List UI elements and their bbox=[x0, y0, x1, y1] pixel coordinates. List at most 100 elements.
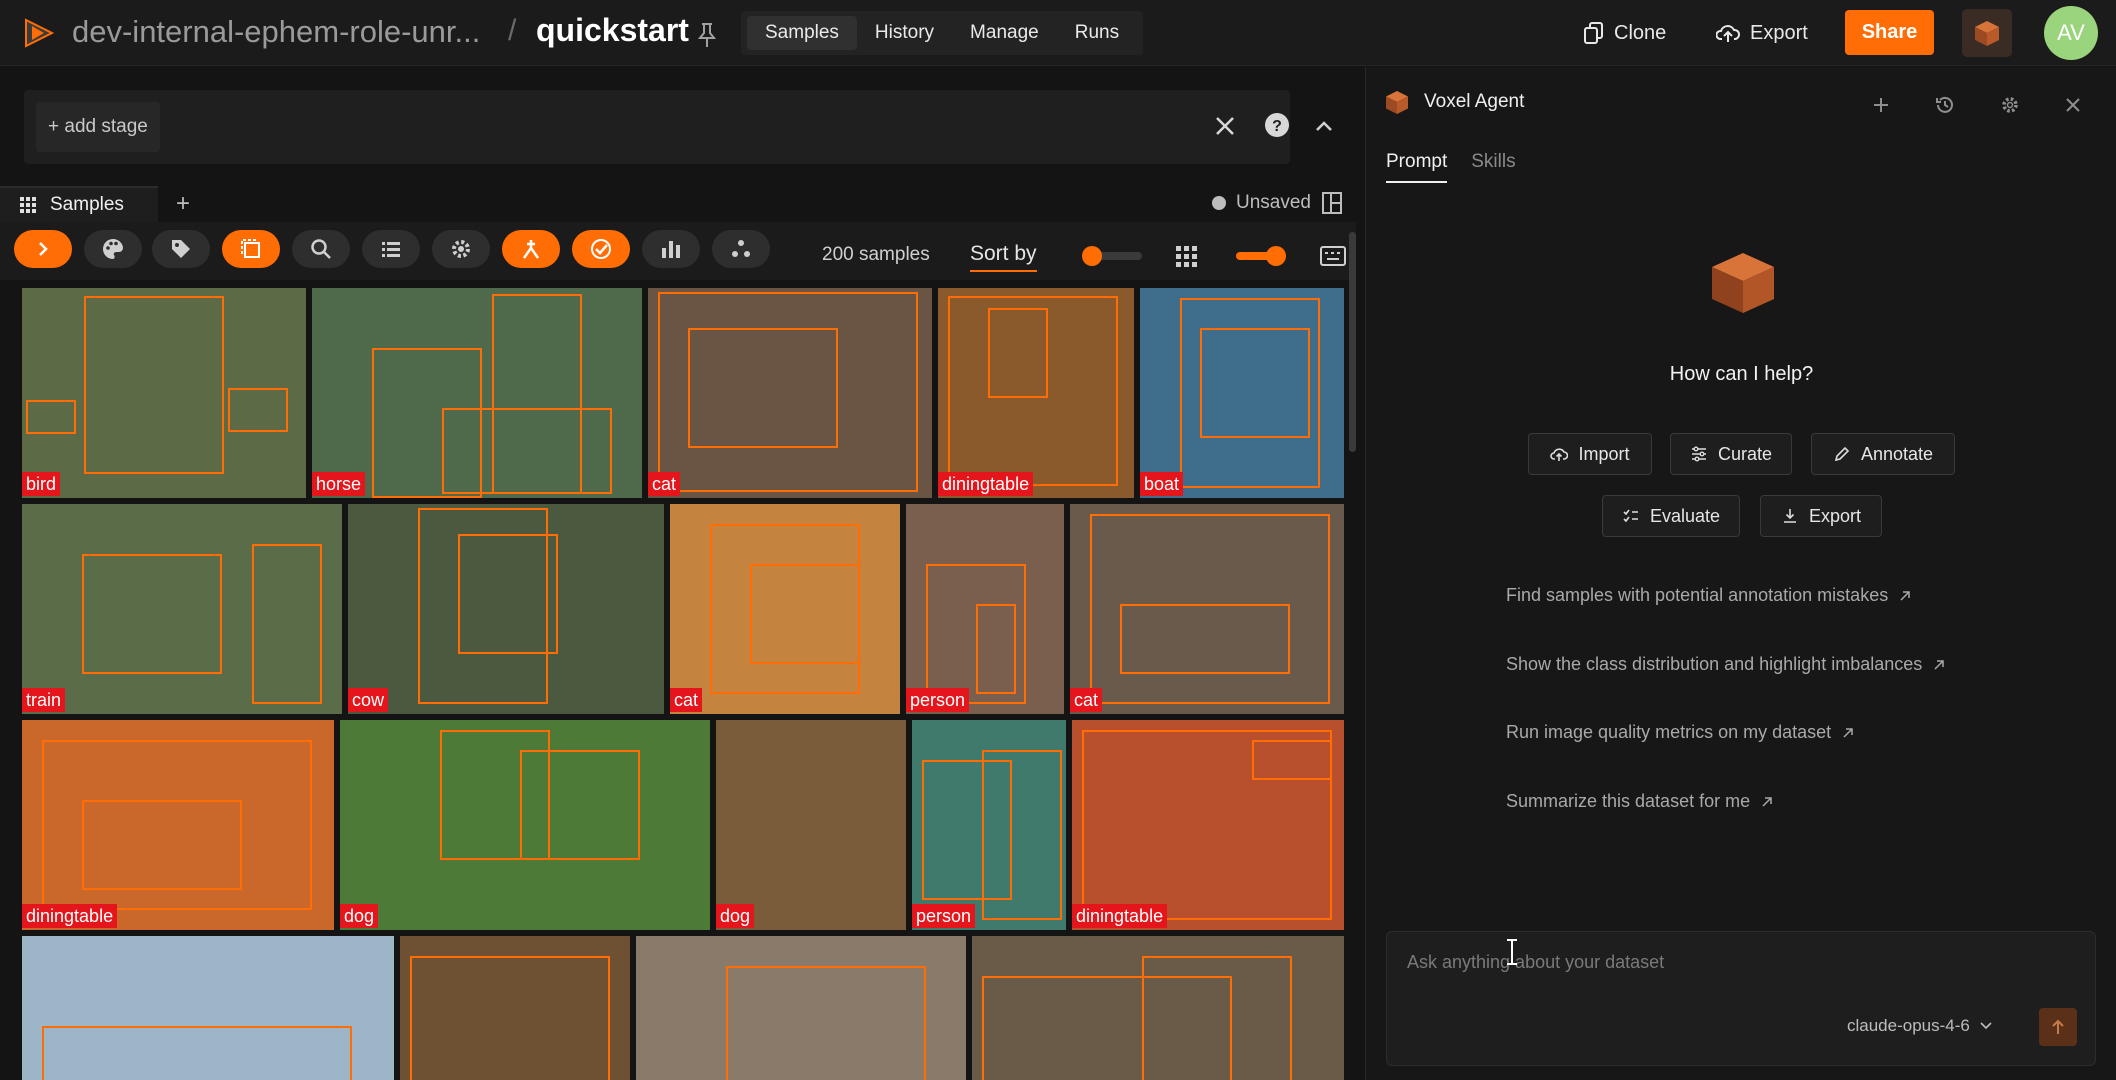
export-button[interactable]: Export bbox=[1716, 16, 1808, 50]
class-label: cow bbox=[348, 688, 389, 712]
suggestion-text: Summarize this dataset for me bbox=[1506, 791, 1751, 811]
curate-button[interactable]: Curate bbox=[1670, 433, 1792, 475]
voxel-agent-toggle[interactable] bbox=[1962, 9, 2012, 57]
histogram-button[interactable] bbox=[642, 230, 700, 268]
sample-tile[interactable]: person bbox=[906, 504, 1064, 714]
detection-box bbox=[82, 554, 222, 674]
sample-tile[interactable]: bird bbox=[22, 288, 306, 498]
color-palette-button[interactable] bbox=[84, 230, 142, 268]
sample-tile[interactable]: train bbox=[22, 504, 342, 714]
app-logo-icon[interactable] bbox=[22, 16, 56, 50]
share-button[interactable]: Share bbox=[1845, 10, 1934, 55]
keyboard-icon[interactable] bbox=[1320, 246, 1346, 266]
tab-skills[interactable]: Skills bbox=[1471, 151, 1515, 183]
save-status[interactable]: Unsaved bbox=[1212, 192, 1311, 214]
tab-samples[interactable]: Samples bbox=[747, 16, 857, 50]
sample-tile[interactable] bbox=[400, 936, 630, 1080]
detection-box bbox=[458, 534, 558, 654]
import-button[interactable]: Import bbox=[1528, 433, 1652, 475]
sample-tile[interactable]: diningtable bbox=[1072, 720, 1344, 930]
send-button[interactable] bbox=[2039, 1008, 2077, 1046]
class-label: bird bbox=[22, 472, 61, 496]
layout-icon[interactable] bbox=[1322, 192, 1342, 214]
detection-box bbox=[82, 800, 242, 890]
tag-button[interactable] bbox=[152, 230, 210, 268]
clone-button[interactable]: Clone bbox=[1584, 16, 1666, 50]
chevron-up-icon[interactable] bbox=[1312, 112, 1336, 140]
new-chat-icon[interactable] bbox=[1871, 95, 1891, 115]
sample-tile[interactable]: boat bbox=[1140, 288, 1344, 498]
sample-tile[interactable]: cat bbox=[648, 288, 932, 498]
suggestion-link[interactable]: Summarize this dataset for me bbox=[1506, 791, 1774, 812]
model-selector[interactable]: claude-opus-4-6 bbox=[1847, 1016, 1992, 1036]
sample-tile[interactable] bbox=[22, 936, 394, 1080]
chat-input[interactable] bbox=[1407, 952, 2007, 973]
settings-button[interactable] bbox=[432, 230, 490, 268]
sort-order-toggle[interactable] bbox=[1082, 246, 1142, 266]
sample-tile[interactable] bbox=[636, 936, 966, 1080]
dataset-title: quickstart bbox=[536, 12, 689, 48]
pin-icon[interactable] bbox=[696, 22, 718, 48]
toggle-knob[interactable] bbox=[1082, 246, 1102, 266]
clear-stages-icon[interactable] bbox=[1212, 112, 1238, 140]
sidebar-toggle-button[interactable] bbox=[14, 230, 72, 268]
suggestion-link[interactable]: Run image quality metrics on my dataset bbox=[1506, 722, 1855, 743]
evaluation-button[interactable] bbox=[572, 230, 630, 268]
add-stage-input[interactable]: + add stage bbox=[36, 102, 160, 152]
cube-icon bbox=[1386, 91, 1408, 114]
annotate-button[interactable]: Annotate bbox=[1811, 433, 1955, 475]
sample-tile[interactable]: horse bbox=[312, 288, 642, 498]
select-button[interactable] bbox=[222, 230, 280, 268]
slider-knob[interactable] bbox=[1266, 246, 1286, 266]
list-button[interactable] bbox=[362, 230, 420, 268]
agent-header: Voxel Agent bbox=[1384, 89, 1524, 115]
close-icon[interactable] bbox=[2063, 95, 2083, 115]
sample-tile[interactable]: diningtable bbox=[22, 720, 334, 930]
sort-by-dropdown[interactable]: Sort by bbox=[970, 242, 1037, 272]
suggestion-link[interactable]: Show the class distribution and highligh… bbox=[1506, 654, 1946, 675]
sample-tile[interactable]: cow bbox=[348, 504, 664, 714]
detection-box bbox=[228, 388, 288, 432]
evaluate-button[interactable]: Evaluate bbox=[1602, 495, 1740, 537]
sample-tile[interactable]: cat bbox=[1070, 504, 1344, 714]
suggestion-link[interactable]: Find samples with potential annotation m… bbox=[1506, 585, 1912, 606]
detection-box bbox=[410, 956, 610, 1080]
gear-icon[interactable] bbox=[2000, 95, 2020, 115]
export-label: Export bbox=[1808, 505, 1862, 526]
dataset-name[interactable]: dev-internal-ephem-role-unr... bbox=[72, 14, 480, 50]
search-button[interactable] bbox=[292, 230, 350, 268]
embeddings-button[interactable] bbox=[712, 230, 770, 268]
top-bar: dev-internal-ephem-role-unr... / quickst… bbox=[0, 0, 2116, 66]
sample-tile[interactable] bbox=[972, 936, 1344, 1080]
grid-scrollbar[interactable] bbox=[1349, 232, 1356, 452]
history-icon[interactable] bbox=[1935, 95, 1955, 115]
class-label: person bbox=[912, 904, 976, 928]
cloud-upload-icon bbox=[1716, 25, 1740, 42]
sample-tile[interactable]: dog bbox=[716, 720, 906, 930]
sample-tile[interactable]: dog bbox=[340, 720, 710, 930]
agent-export-button[interactable]: Export bbox=[1760, 495, 1882, 537]
patches-button[interactable] bbox=[502, 230, 560, 268]
detection-box bbox=[976, 604, 1016, 694]
tab-history[interactable]: History bbox=[857, 16, 952, 50]
tab-manage[interactable]: Manage bbox=[952, 16, 1057, 50]
avatar[interactable]: AV bbox=[2044, 6, 2098, 60]
annotate-label: Annotate bbox=[1860, 443, 1934, 464]
add-panel-button[interactable]: + bbox=[176, 190, 190, 218]
tab-runs[interactable]: Runs bbox=[1057, 16, 1137, 50]
help-icon[interactable]: ? bbox=[1264, 112, 1290, 138]
detection-box bbox=[726, 966, 926, 1080]
sliders-icon bbox=[1691, 446, 1706, 462]
grid-zoom-slider[interactable] bbox=[1236, 246, 1286, 266]
suggestion-text: Find samples with potential annotation m… bbox=[1506, 585, 1889, 605]
search-icon bbox=[311, 239, 331, 259]
text-cursor-icon bbox=[1507, 939, 1517, 965]
sample-tile[interactable]: cat bbox=[670, 504, 900, 714]
sample-tile[interactable]: diningtable bbox=[938, 288, 1134, 498]
tab-prompt[interactable]: Prompt bbox=[1386, 151, 1448, 183]
sample-tile[interactable]: person bbox=[912, 720, 1066, 930]
tab-samples-panel[interactable]: Samples bbox=[0, 186, 158, 222]
cloud-upload-icon bbox=[1550, 448, 1569, 461]
settings-icon bbox=[452, 240, 470, 258]
detection-box bbox=[442, 408, 612, 494]
